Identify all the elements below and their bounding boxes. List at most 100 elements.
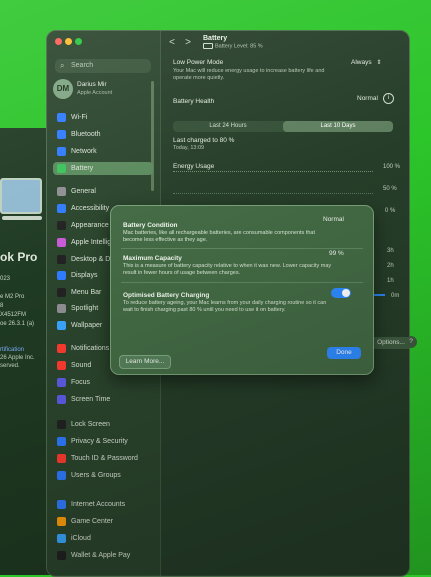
at-icon — [57, 500, 66, 509]
low-power-mode-label: Low Power Mode — [173, 59, 224, 66]
sidebar-item-bluetooth[interactable]: Bluetooth — [53, 128, 153, 141]
search-placeholder: Search — [71, 62, 94, 69]
sidebar-item-general[interactable]: General — [53, 185, 153, 198]
dialog-divider-2 — [121, 282, 363, 283]
intelligence-icon — [57, 238, 66, 247]
sidebar-item-screen-time[interactable]: Screen Time — [53, 393, 153, 406]
gamecenter-icon — [57, 517, 66, 526]
sidebar-item-battery[interactable]: Battery — [53, 162, 153, 175]
sidebar-item-label: Wallet & Apple Pay — [71, 552, 131, 559]
sidebar-item-touch-id-password[interactable]: Touch ID & Password — [53, 452, 153, 465]
maximum-capacity-title: Maximum Capacity — [123, 255, 182, 262]
maximum-capacity-description: This is a measure of battery capacity re… — [123, 263, 332, 276]
about-spec-memory: 8 — [0, 303, 4, 309]
cloud-icon — [57, 534, 66, 543]
wallet-icon — [57, 551, 66, 560]
network-icon — [57, 147, 66, 156]
last-charged-label: Last charged to 80 % — [173, 137, 235, 144]
sidebar-item-label: Wi-Fi — [71, 114, 88, 121]
maximum-capacity-value: 99 % — [329, 250, 344, 257]
sidebar-item-wallet-apple-pay[interactable]: Wallet & Apple Pay — [53, 549, 153, 562]
search-icon: ⌕ — [60, 61, 65, 70]
sidebar-item-label: Screen Time — [71, 396, 111, 403]
spotlight-icon — [57, 304, 66, 313]
battery-icon — [57, 164, 66, 173]
options-button[interactable]: Options... — [369, 337, 409, 349]
tab-last-10-days[interactable]: Last 10 Days — [283, 121, 393, 132]
accessibility-icon — [57, 204, 66, 213]
hourglass-icon — [57, 395, 66, 404]
sidebar-item-lock-screen[interactable]: Lock Screen — [53, 418, 153, 431]
zoom-window-button[interactable] — [75, 38, 82, 45]
low-power-mode-description: Your Mac will reduce energy usage to inc… — [173, 68, 325, 81]
search-field[interactable]: ⌕ Search — [55, 59, 151, 73]
fingerprint-icon — [57, 454, 66, 463]
low-power-mode-select[interactable]: Always ⇕ — [351, 59, 381, 66]
users-icon — [57, 471, 66, 480]
sidebar-item-label: Sound — [71, 362, 92, 369]
close-window-button[interactable] — [55, 38, 62, 45]
apple-account-item[interactable]: DM Darius Mir Apple Account — [53, 79, 153, 101]
sidebar-item-label: Users & Groups — [71, 472, 121, 479]
help-button[interactable]: ? — [405, 336, 417, 348]
about-model-name: ok Pro — [0, 250, 38, 264]
optimised-charging-description: To reduce battery ageing, your Mac learn… — [123, 300, 327, 313]
battery-health-dialog: Battery Condition Normal Mac batteries, … — [110, 205, 374, 375]
sidebar-item-icloud[interactable]: iCloud — [53, 532, 153, 545]
low-power-mode-value: Always — [351, 59, 372, 66]
menubar-icon — [57, 288, 66, 297]
time-tick-0m: 0m — [391, 293, 400, 299]
sidebar-item-wi-fi[interactable]: Wi-Fi — [53, 111, 153, 124]
account-name: Darius Mir — [77, 81, 107, 88]
sidebar-item-label: Focus — [71, 379, 91, 386]
about-certification-link[interactable]: rtification — [0, 346, 24, 354]
sidebar-item-label: Bluetooth — [71, 131, 101, 138]
minimize-window-button[interactable] — [65, 38, 72, 45]
sidebar-item-label: Battery — [71, 165, 94, 172]
sidebar-item-label: Appearance — [71, 222, 109, 229]
sidebar-item-label: Lock Screen — [71, 421, 110, 428]
energy-tick-50: 50 % — [383, 186, 397, 192]
help-icon: ? — [409, 338, 413, 345]
battery-health-info-button[interactable]: i — [383, 93, 394, 104]
battery-condition-description: Mac batteries, like all rechargeable bat… — [123, 230, 315, 243]
sidebar-item-internet-accounts[interactable]: Internet Accounts — [53, 498, 153, 511]
last-charged-time: Today, 13:09 — [173, 145, 205, 151]
info-icon: i — [387, 95, 390, 101]
about-spec-os: oe 26.3.1 (a) — [0, 321, 35, 327]
time-tick-1h: 1h — [387, 278, 394, 284]
lock-icon — [57, 420, 66, 429]
hand-icon — [57, 437, 66, 446]
back-button[interactable]: < — [165, 36, 179, 50]
sidebar-item-network[interactable]: Network — [53, 145, 153, 158]
tab-last-24-hours[interactable]: Last 24 Hours — [173, 121, 283, 132]
sidebar-item-focus[interactable]: Focus — [53, 376, 153, 389]
battery-level-subtitle: Battery Level: 85 % — [203, 43, 263, 49]
moon-icon — [57, 378, 66, 387]
learn-more-button[interactable]: Learn More... — [119, 355, 171, 369]
battery-icon — [203, 43, 213, 49]
time-range-segmented-control: Last 24 Hours Last 10 Days — [173, 121, 393, 132]
sidebar-item-privacy-security[interactable]: Privacy & Security — [53, 435, 153, 448]
battery-condition-title: Battery Condition — [123, 222, 178, 229]
sidebar-item-users-groups[interactable]: Users & Groups — [53, 469, 153, 482]
gear-icon — [57, 187, 66, 196]
sidebar-item-label: General — [71, 188, 96, 195]
sidebar-item-game-center[interactable]: Game Center — [53, 515, 153, 528]
wallpaper-icon — [57, 321, 66, 330]
battery-health-value: Normal — [357, 95, 378, 102]
sidebar-item-label: Network — [71, 148, 97, 155]
wifi-icon — [57, 113, 66, 122]
about-spec-year: 023 — [0, 276, 11, 282]
sidebar-item-label: Spotlight — [71, 305, 99, 312]
sidebar-item-label: Touch ID & Password — [71, 455, 138, 462]
done-button[interactable]: Done — [327, 347, 361, 359]
forward-button[interactable]: > — [181, 36, 195, 50]
about-spec-chip: e M2 Pro — [0, 294, 25, 300]
optimised-charging-toggle[interactable] — [331, 288, 351, 298]
sidebar-item-label: Internet Accounts — [71, 501, 126, 508]
about-copyright-1: 26 Apple Inc. — [0, 355, 35, 361]
sidebar-item-label: iCloud — [71, 535, 91, 542]
battery-health-label: Battery Health — [173, 98, 215, 105]
energy-tick-0: 0 % — [385, 208, 396, 214]
